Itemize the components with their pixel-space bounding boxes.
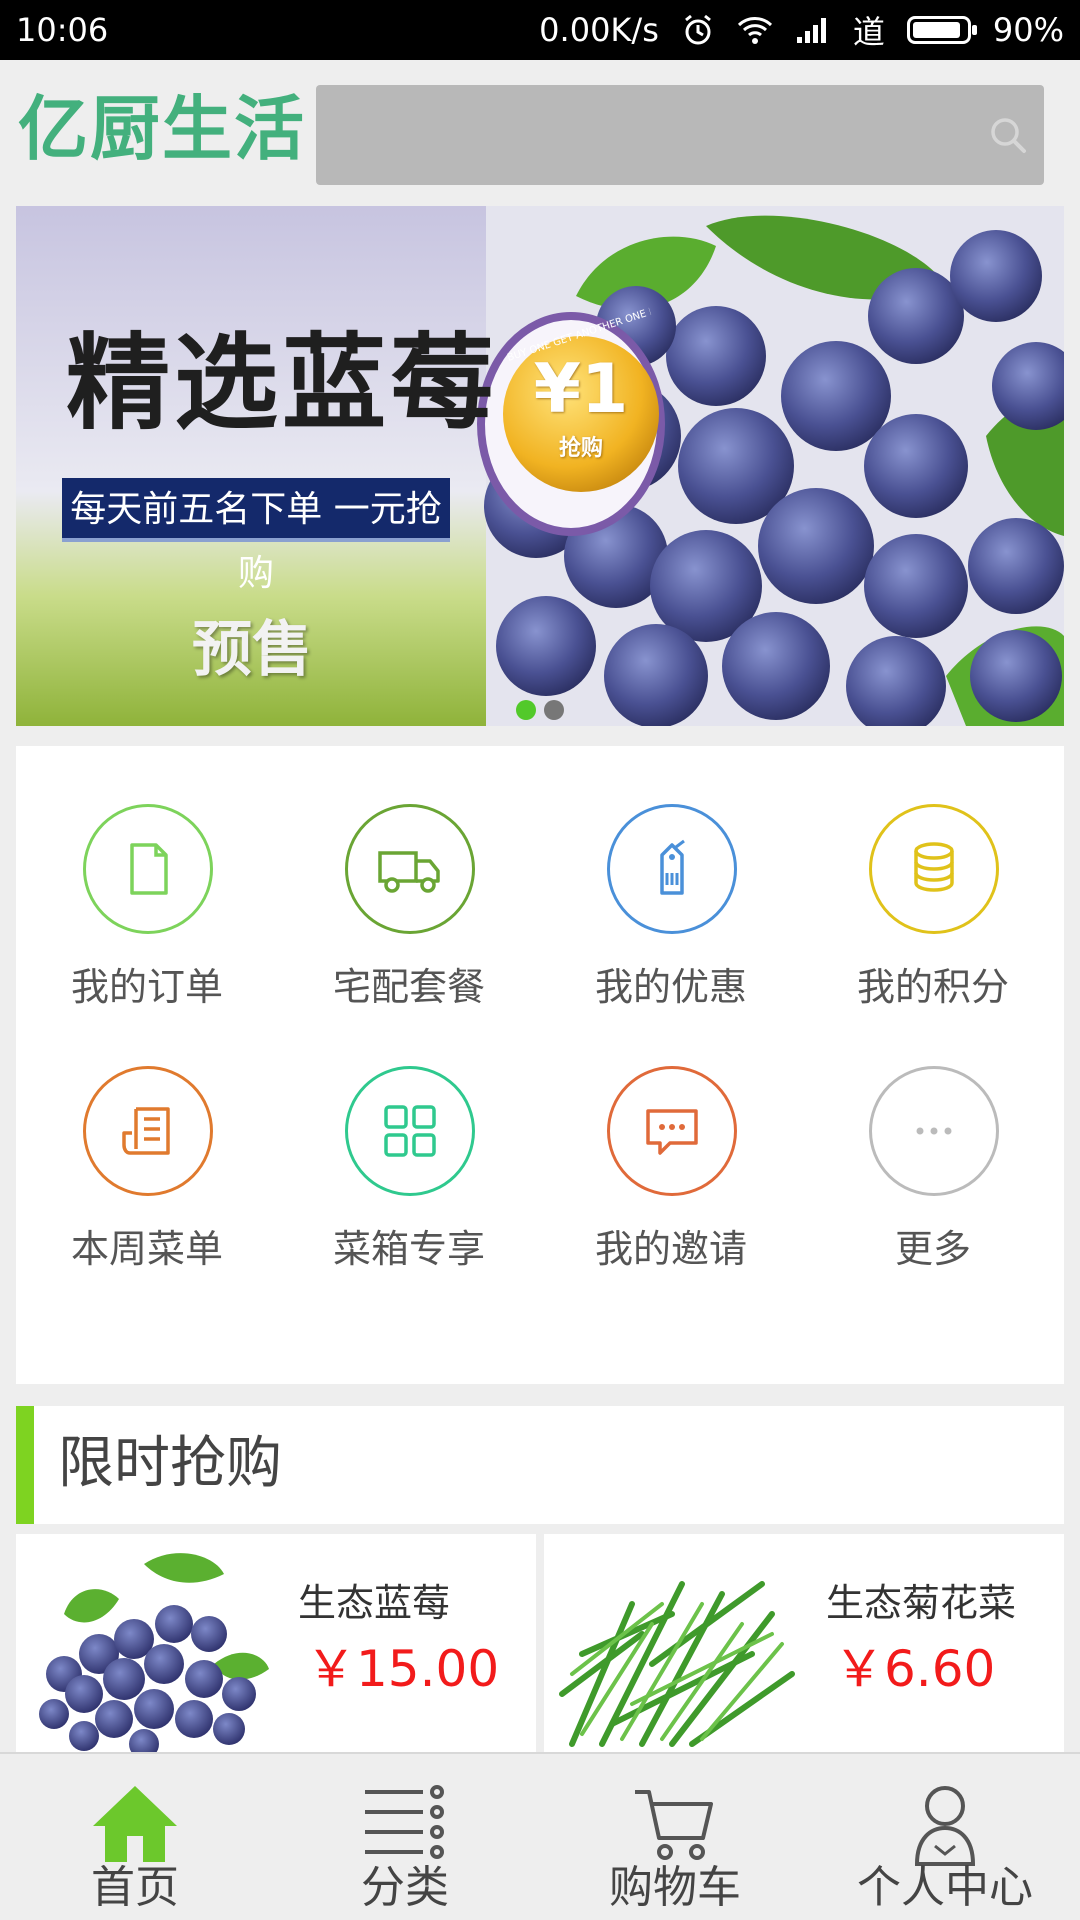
search-bar[interactable] <box>316 85 1044 185</box>
nav-label: 购物车 <box>609 1862 741 1913</box>
promo-banner[interactable]: 精选蓝莓 每天前五名下单 一元抢购 预售 ¥1 抢购 BUY ONE GET A… <box>16 206 1064 726</box>
flash-sale-header: 限时抢购 <box>16 1406 1064 1524</box>
more-icon <box>869 1066 999 1196</box>
product-price: ￥15.00 <box>306 1640 500 1698</box>
search-icon[interactable] <box>988 115 1028 155</box>
nav-label: 个人中心 <box>857 1862 1033 1913</box>
feature-item[interactable]: 宅配套餐 <box>278 746 540 1006</box>
app-logo: 亿厨生活 <box>18 88 306 170</box>
badge-price: ¥1 <box>533 350 629 429</box>
flash-sale-title: 限时抢购 <box>58 1431 282 1496</box>
chrysanthemum-greens-image <box>559 1581 795 1747</box>
banner-presale-tag: 预售 <box>192 615 312 685</box>
product-name: 生态蓝莓 <box>298 1581 451 1625</box>
banner-pager <box>516 700 564 720</box>
feature-item[interactable]: 我的积分 <box>802 746 1064 1006</box>
feature-label: 本周菜单 <box>70 1227 223 1271</box>
banner-subtitle: 每天前五名下单 一元抢购 <box>62 478 450 594</box>
signal-icon <box>795 12 831 48</box>
battery-icon <box>906 12 977 48</box>
status-bar: 10:06 0.00K/s 道 90% <box>0 0 1080 60</box>
feature-item[interactable]: 我的优惠 <box>540 746 802 1006</box>
banner-badge: ¥1 抢购 <box>516 356 646 462</box>
nav-label: 首页 <box>91 1862 179 1913</box>
wifi-icon <box>737 12 773 48</box>
pager-dot-1[interactable] <box>516 700 536 720</box>
carrier-label: 道 <box>852 13 885 51</box>
price-tag-icon <box>607 804 737 934</box>
coins-icon <box>869 804 999 934</box>
product-card-blueberry[interactable]: 生态蓝莓 ￥15.00 <box>16 1534 536 1754</box>
banner-title: 精选蓝莓 <box>66 322 499 444</box>
menu-list-icon <box>83 1066 213 1196</box>
document-icon <box>83 804 213 934</box>
net-speed: 0.00K/s <box>539 11 659 49</box>
truck-icon <box>345 804 475 934</box>
app-screen: 10:06 0.00K/s 道 90% 亿厨生活 精选蓝莓 每天前五名下单 一元… <box>0 0 1080 1920</box>
feature-label: 菜箱专享 <box>332 1227 485 1271</box>
feature-item[interactable]: 我的订单 <box>16 746 278 1006</box>
alarm-icon <box>681 12 715 48</box>
badge-subtitle: 抢购 <box>558 436 603 461</box>
feature-item[interactable]: 更多 <box>802 1008 1064 1268</box>
feature-label: 我的优惠 <box>594 965 747 1009</box>
search-input[interactable] <box>316 85 1044 185</box>
product-card-chrysanthemum[interactable]: 生态菊花菜 ￥6.60 <box>544 1534 1064 1754</box>
feature-label: 我的积分 <box>856 965 1009 1009</box>
category-list-icon <box>365 1785 444 1859</box>
user-icon <box>914 1786 976 1866</box>
bottom-navigation: 首页 分类 购物车 个人中心 <box>0 1752 1080 1920</box>
banner-background <box>16 206 1064 726</box>
nav-label: 分类 <box>361 1862 449 1913</box>
product-price: ￥6.60 <box>834 1640 996 1698</box>
feature-item[interactable]: 我的邀请 <box>540 1008 802 1268</box>
flash-sale-products: 生态蓝莓 ￥15.00 生态菊花菜 ￥6.60 <box>16 1534 1064 1754</box>
cart-icon <box>635 1790 713 1860</box>
status-right: 0.00K/s 道 90% <box>539 7 1064 53</box>
nav-profile[interactable]: 个人中心 <box>810 1754 1080 1920</box>
home-icon <box>93 1786 177 1862</box>
grid-icon <box>345 1066 475 1196</box>
feature-item[interactable]: 菜箱专享 <box>278 1008 540 1268</box>
nav-category[interactable]: 分类 <box>270 1754 540 1920</box>
pager-dot-2[interactable] <box>544 700 564 720</box>
status-time: 10:06 <box>16 11 109 49</box>
battery-percent: 90% <box>992 11 1064 49</box>
section-accent-bar <box>16 1406 34 1524</box>
feature-label: 我的订单 <box>70 965 223 1009</box>
feature-label: 宅配套餐 <box>332 965 485 1009</box>
nav-cart[interactable]: 购物车 <box>540 1754 810 1920</box>
feature-item[interactable]: 本周菜单 <box>16 1008 278 1268</box>
product-name: 生态菊花菜 <box>826 1581 1017 1625</box>
feature-label: 更多 <box>894 1227 971 1271</box>
chat-icon <box>607 1066 737 1196</box>
feature-grid: 我的订单 宅配套餐 我的优惠 我的积分本周菜单 菜箱专享 我的邀请 更多 <box>16 746 1064 1384</box>
app-header: 亿厨生活 <box>0 60 1080 202</box>
blueberry-image <box>39 1553 269 1754</box>
feature-label: 我的邀请 <box>594 1227 747 1271</box>
nav-home[interactable]: 首页 <box>0 1754 270 1920</box>
